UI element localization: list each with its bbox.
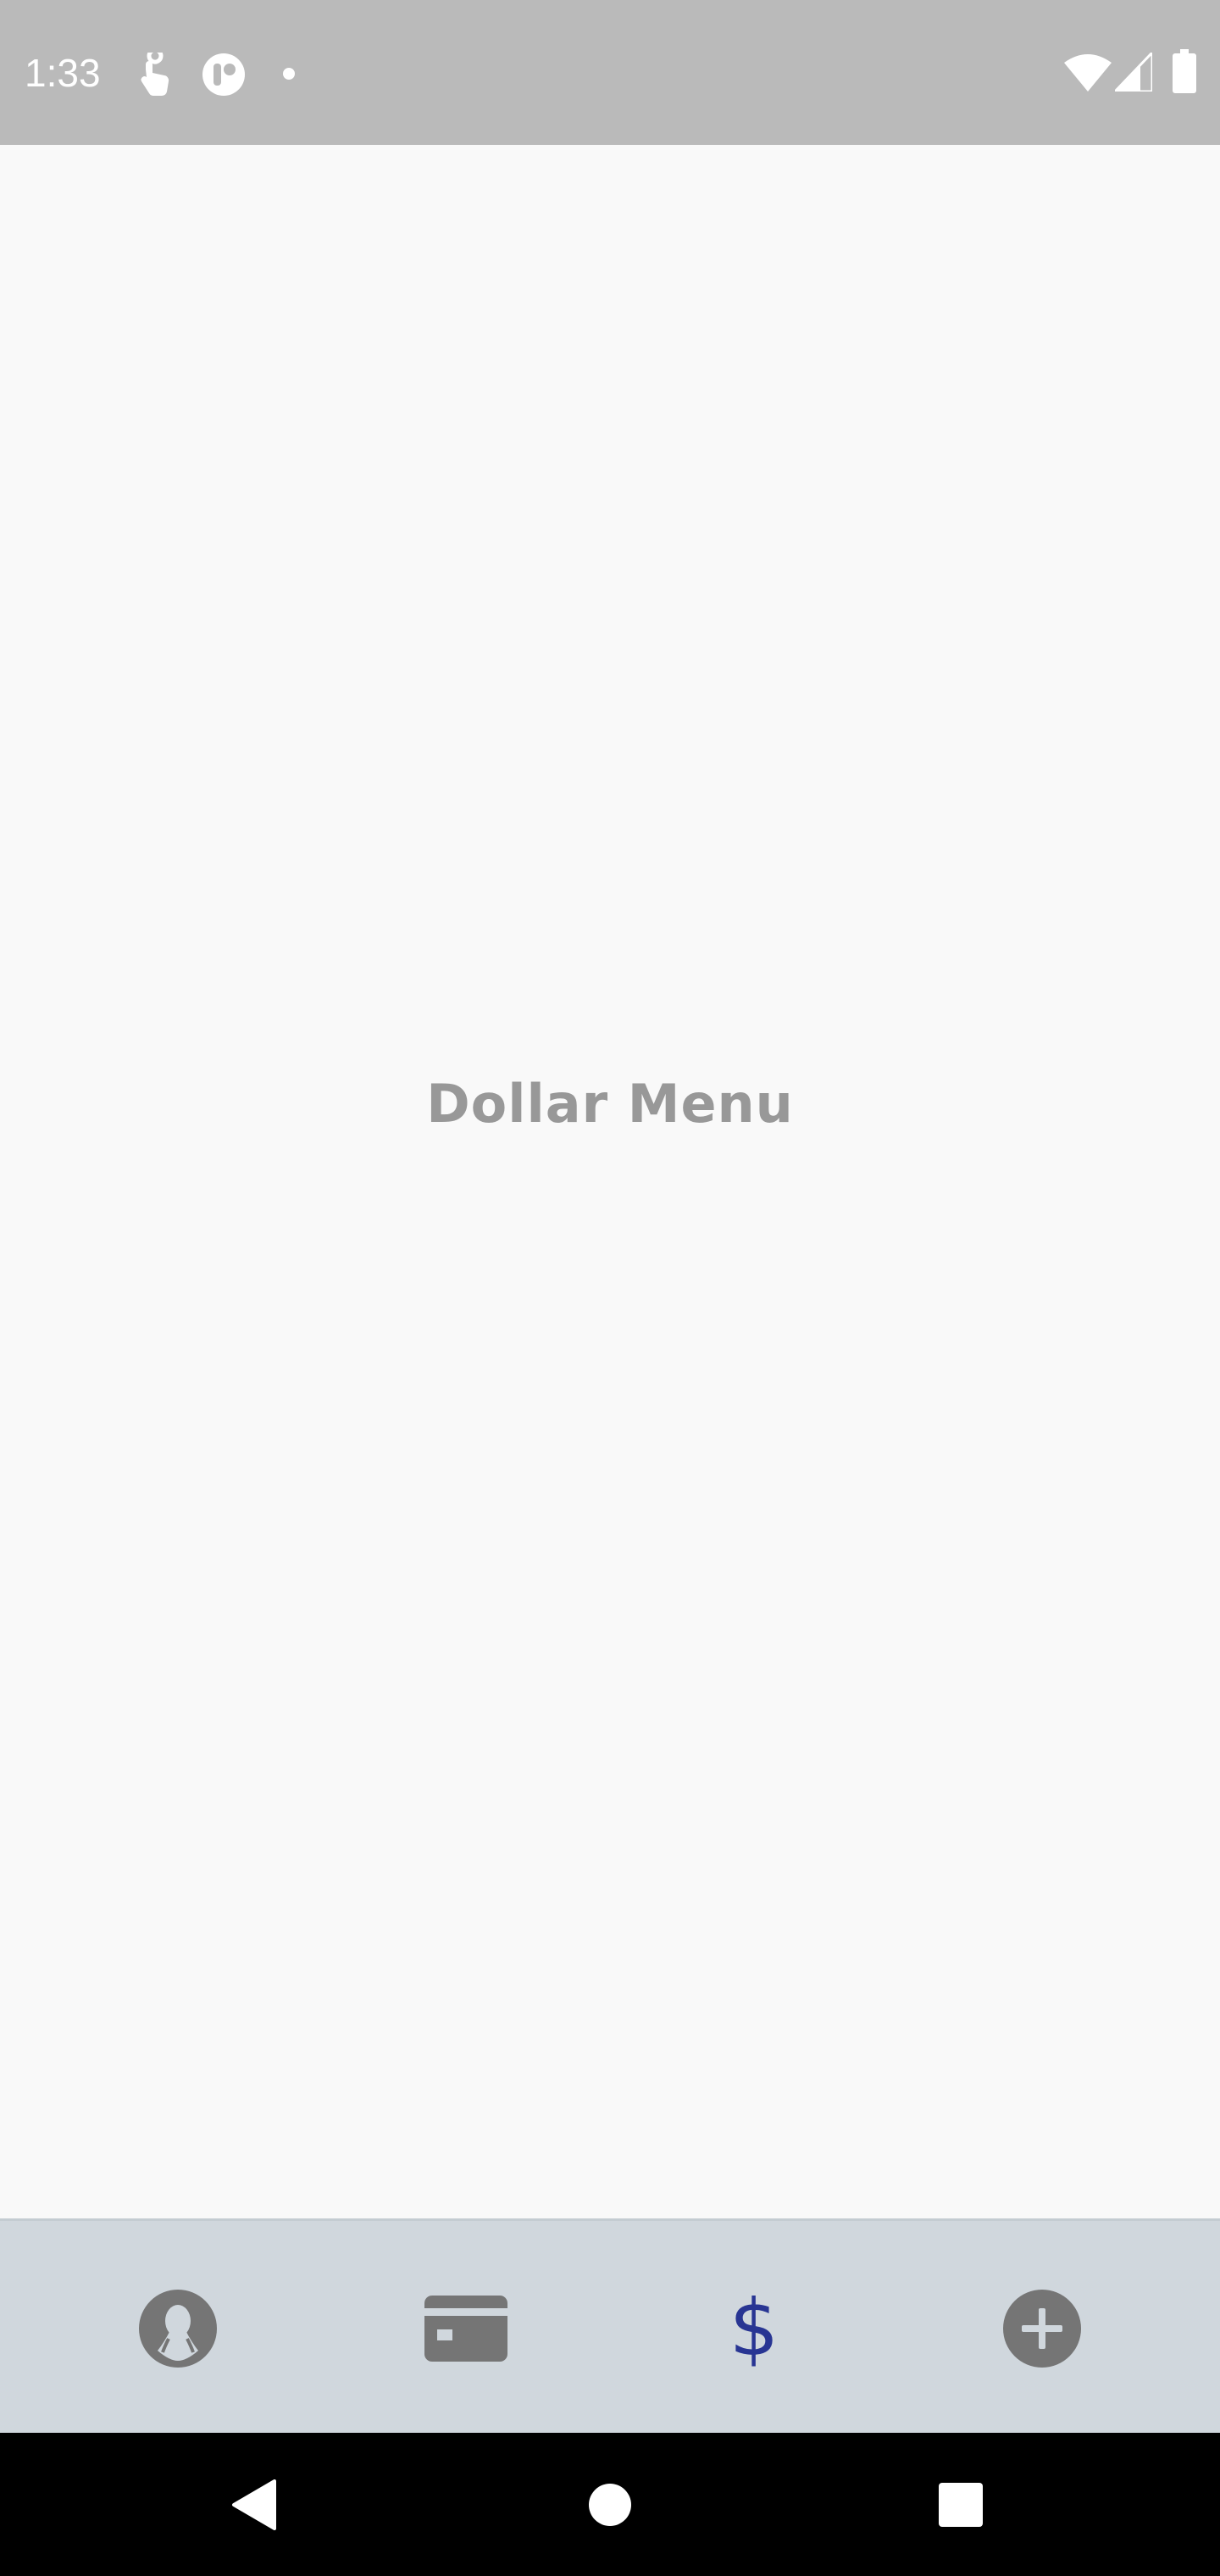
system-navigation-bar [0, 2433, 1220, 2576]
profile-icon [139, 2289, 217, 2368]
nav-item-dollar-menu[interactable]: $ [602, 2221, 907, 2435]
cell-signal-icon [1115, 53, 1152, 92]
nav-item-profile[interactable] [25, 2221, 330, 2435]
credit-card-icon [424, 2295, 507, 2362]
nav-item-add[interactable] [890, 2221, 1195, 2435]
status-time: 1:33 [25, 51, 101, 95]
dollar-icon: $ [729, 2282, 779, 2373]
bottom-navigation: $ [0, 2218, 1220, 2433]
notification-dot-icon [283, 68, 295, 80]
battery-icon [1173, 49, 1196, 93]
nav-item-card[interactable] [313, 2221, 618, 2435]
system-home-button[interactable] [525, 2433, 695, 2576]
page-title: Dollar Menu [426, 1073, 794, 1135]
recents-icon [939, 2482, 983, 2527]
wifi-icon [1064, 54, 1112, 92]
back-icon [232, 2479, 276, 2530]
main-content: Dollar Menu [0, 145, 1220, 2218]
system-back-button[interactable] [169, 2433, 339, 2576]
status-bar: 1:33 [0, 0, 1220, 145]
home-icon [589, 2483, 631, 2526]
touch-icon [141, 53, 169, 97]
add-circle-icon [1003, 2289, 1081, 2368]
app-badge-icon [202, 53, 245, 96]
system-recents-button[interactable] [876, 2433, 1045, 2576]
